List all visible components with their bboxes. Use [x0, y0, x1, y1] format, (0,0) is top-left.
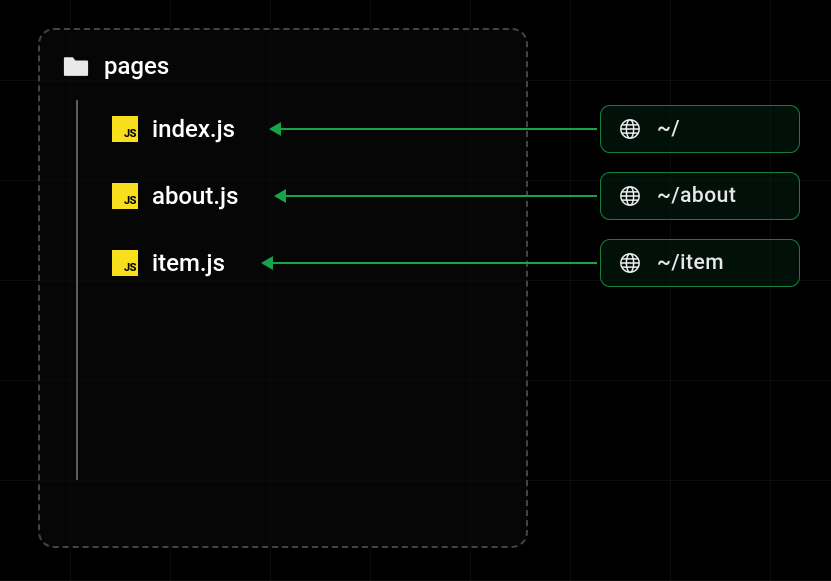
route-chip: ~/item: [600, 239, 800, 287]
mapping-arrow: [263, 262, 597, 264]
mapping-arrow: [271, 128, 597, 130]
route-path: ~/about: [657, 184, 736, 208]
mapping-arrow: [276, 195, 597, 197]
file-name: about.js: [152, 182, 238, 210]
globe-icon: [619, 252, 641, 274]
js-file-icon: JS: [112, 183, 138, 209]
route-path: ~/item: [657, 251, 724, 275]
route-chip: ~/about: [600, 172, 800, 220]
route-chip: ~/: [600, 105, 800, 153]
route-path: ~/: [657, 117, 680, 141]
js-file-icon: JS: [112, 116, 138, 142]
pages-directory-box: [38, 28, 528, 548]
file-name: index.js: [152, 115, 235, 143]
file-name: item.js: [152, 249, 225, 277]
globe-icon: [619, 118, 641, 140]
file-row: JS item.js: [112, 249, 225, 277]
file-row: JS index.js: [112, 115, 235, 143]
folder-icon: [62, 55, 90, 77]
folder-row: pages: [62, 52, 169, 80]
file-row: JS about.js: [112, 182, 238, 210]
globe-icon: [619, 185, 641, 207]
tree-guide-line: [76, 100, 78, 480]
js-file-icon: JS: [112, 250, 138, 276]
folder-name: pages: [104, 52, 169, 80]
